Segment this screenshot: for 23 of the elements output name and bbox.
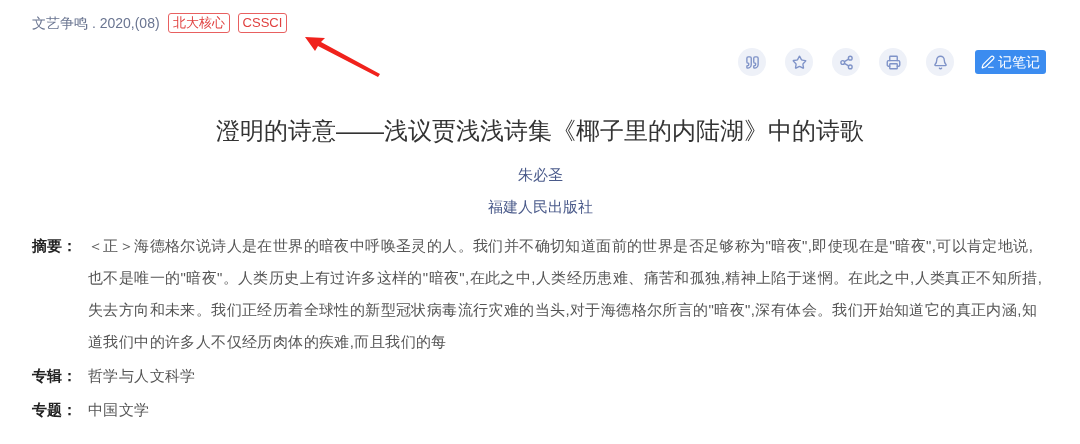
journal-source[interactable]: 文艺争鸣 . 2020,(08) [32, 12, 160, 34]
field-value: 哲学与人文科学 [88, 366, 196, 386]
print-button[interactable] [879, 48, 907, 76]
pen-icon [981, 55, 995, 69]
field-value: ＜正＞海德格尔说诗人是在世界的暗夜中呼唤圣灵的人。我们并不确切知道面前的世界是否足够称为"暗夜",即使现在是"暗夜",可以肯定地说,也不是唯一的"暗夜"。人类历史上有过许多这样的"暗夜",在此之中,人类经历患难、痛苦和孤独,精神上陷于迷惘。在此之中,人类真正不知所措,失去方向和未来。我们正经历着全球性的新型冠状病毒流行灾难的当头,对于海德格尔所言的"暗夜",深有体会。我们开始知道它的真正内涵,知道我们中的许多人不仅经历肉体的疾难,而且我们的每 [88, 236, 1044, 352]
star-icon [791, 54, 807, 70]
tag: CSSCI [237, 13, 288, 33]
field-value: 中国文学 [88, 400, 150, 420]
field-label: 专题： [32, 400, 78, 420]
share-icon [838, 54, 854, 70]
field-label: 专辑： [32, 366, 78, 386]
star-button[interactable] [785, 48, 813, 76]
bell-icon [932, 54, 948, 70]
field-label: 摘要： [32, 236, 78, 256]
bell-button[interactable] [926, 48, 954, 76]
author-link[interactable]: 朱必圣 [517, 164, 563, 186]
quote-icon [744, 54, 760, 70]
print-icon [885, 54, 901, 70]
tag: 北大核心 [167, 13, 230, 33]
quote-button[interactable] [738, 48, 766, 76]
organization-link[interactable]: 福建人民出版社 [487, 196, 593, 218]
share-button[interactable] [832, 48, 860, 76]
article-title: 澄明的诗意——浅议贾浅浅诗集《椰子里的内陆湖》中的诗歌 [215, 116, 865, 146]
